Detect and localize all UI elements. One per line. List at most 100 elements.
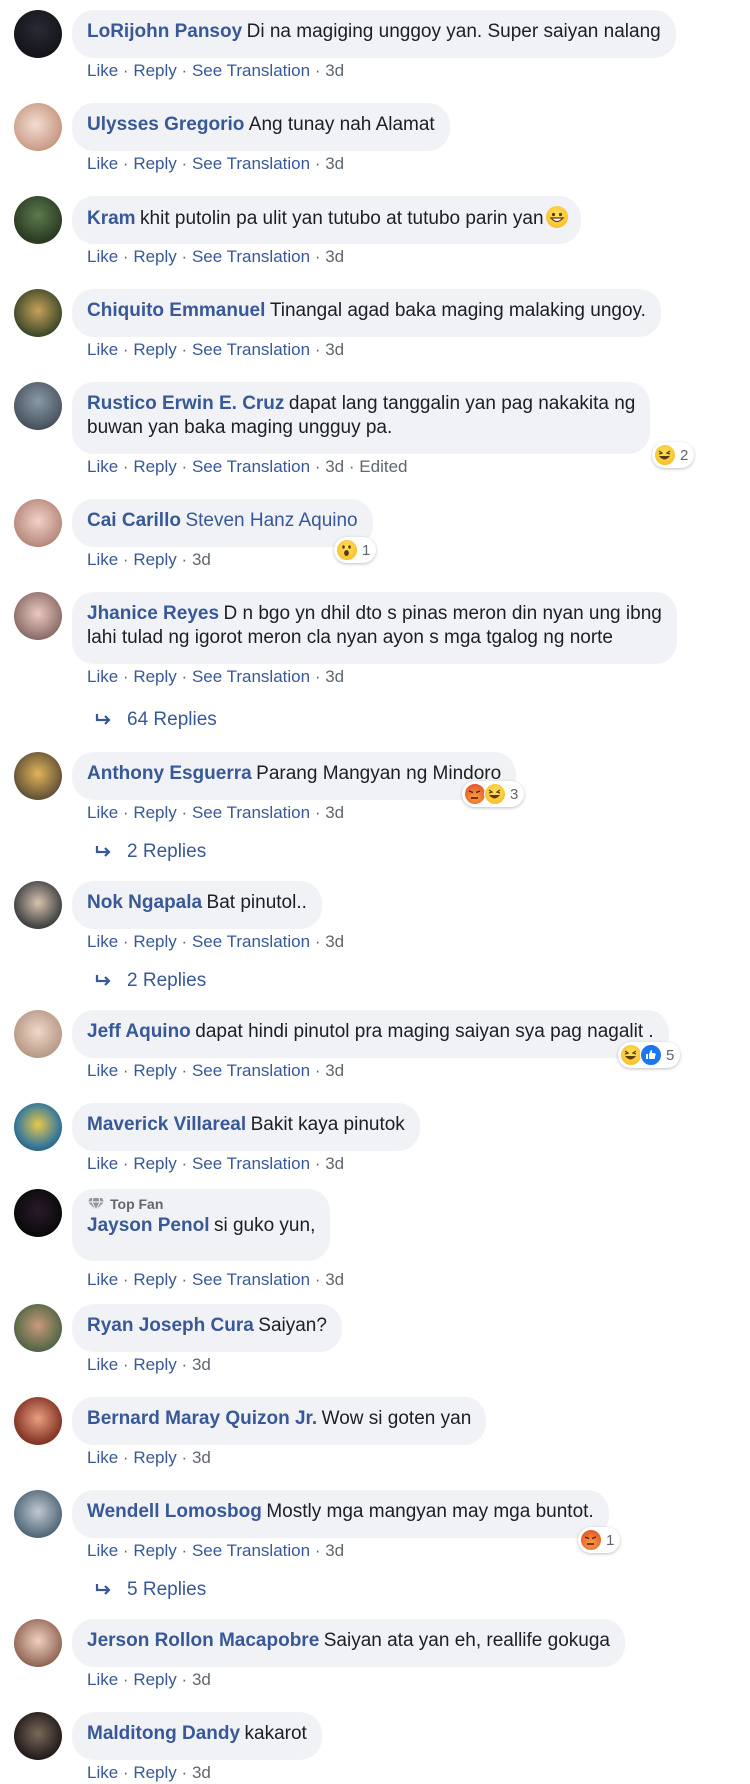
avatar[interactable]: [14, 1189, 62, 1237]
top-fan-badge[interactable]: Top Fan: [87, 1196, 315, 1212]
avatar[interactable]: [14, 382, 62, 430]
reply-link[interactable]: Reply: [133, 1355, 176, 1374]
commenter-name[interactable]: Nok Ngapala: [87, 892, 202, 913]
like-link[interactable]: Like: [87, 550, 118, 569]
like-link[interactable]: Like: [87, 457, 118, 476]
commenter-name[interactable]: Maverick Villareal: [87, 1114, 246, 1135]
reply-link[interactable]: Reply: [133, 457, 176, 476]
reply-link[interactable]: Reply: [133, 550, 176, 569]
like-link[interactable]: Like: [87, 1541, 118, 1560]
reply-link[interactable]: Reply: [133, 1541, 176, 1560]
view-replies-link[interactable]: 5 Replies: [95, 1579, 206, 1601]
commenter-name[interactable]: LoRijohn Pansoy: [87, 21, 242, 42]
reply-link[interactable]: Reply: [133, 932, 176, 951]
timestamp[interactable]: 3d: [192, 1763, 211, 1782]
commenter-name[interactable]: Jerson Rollon Macapobre: [87, 1630, 319, 1651]
reaction-summary[interactable]: 5: [618, 1042, 681, 1068]
like-link[interactable]: Like: [87, 1061, 118, 1080]
commenter-name[interactable]: Ryan Joseph Cura: [87, 1315, 254, 1336]
timestamp[interactable]: 3d: [325, 154, 344, 173]
replies-count[interactable]: 5 Replies: [127, 1579, 206, 1601]
like-link[interactable]: Like: [87, 1355, 118, 1374]
commenter-name[interactable]: Kram: [87, 208, 136, 229]
commenter-name[interactable]: Wendell Lomosbog: [87, 1501, 262, 1522]
view-replies-link[interactable]: 2 Replies: [95, 841, 206, 863]
commenter-name[interactable]: Jhanice Reyes: [87, 603, 219, 624]
replies-count[interactable]: 2 Replies: [127, 841, 206, 863]
replies-count[interactable]: 2 Replies: [127, 970, 206, 992]
avatar[interactable]: [14, 196, 62, 244]
timestamp[interactable]: 3d: [192, 1670, 211, 1689]
see-translation-link[interactable]: See Translation: [192, 457, 310, 476]
see-translation-link[interactable]: See Translation: [192, 667, 310, 686]
avatar[interactable]: [14, 752, 62, 800]
tagged-user-link[interactable]: Steven Hanz Aquino: [185, 510, 357, 531]
avatar[interactable]: [14, 592, 62, 640]
like-link[interactable]: Like: [87, 247, 118, 266]
timestamp[interactable]: 3d: [325, 1061, 344, 1080]
commenter-name[interactable]: Chiquito Emmanuel: [87, 300, 265, 321]
commenter-name[interactable]: Ulysses Gregorio: [87, 114, 244, 135]
commenter-name[interactable]: Anthony Esguerra: [87, 763, 252, 784]
timestamp[interactable]: 3d: [325, 1541, 344, 1560]
see-translation-link[interactable]: See Translation: [192, 1541, 310, 1560]
reply-link[interactable]: Reply: [133, 154, 176, 173]
avatar[interactable]: [14, 289, 62, 337]
edited-label[interactable]: Edited: [359, 457, 407, 476]
timestamp[interactable]: 3d: [325, 340, 344, 359]
avatar[interactable]: [14, 1619, 62, 1667]
see-translation-link[interactable]: See Translation: [192, 340, 310, 359]
commenter-name[interactable]: Jeff Aquino: [87, 1021, 191, 1042]
timestamp[interactable]: 3d: [325, 61, 344, 80]
avatar[interactable]: [14, 881, 62, 929]
reply-link[interactable]: Reply: [133, 61, 176, 80]
reply-link[interactable]: Reply: [133, 1061, 176, 1080]
reaction-summary[interactable]: 2: [652, 442, 695, 468]
like-link[interactable]: Like: [87, 61, 118, 80]
commenter-name[interactable]: Rustico Erwin E. Cruz: [87, 393, 284, 414]
see-translation-link[interactable]: See Translation: [192, 932, 310, 951]
timestamp[interactable]: 3d: [325, 667, 344, 686]
commenter-name[interactable]: Malditong Dandy: [87, 1723, 240, 1744]
see-translation-link[interactable]: See Translation: [192, 803, 310, 822]
avatar[interactable]: [14, 499, 62, 547]
avatar[interactable]: [14, 1712, 62, 1760]
commenter-name[interactable]: Bernard Maray Quizon Jr.: [87, 1408, 317, 1429]
replies-count[interactable]: 64 Replies: [127, 709, 217, 731]
reaction-summary[interactable]: 1: [334, 537, 377, 563]
timestamp[interactable]: 3d: [325, 247, 344, 266]
avatar[interactable]: [14, 10, 62, 58]
commenter-name[interactable]: Jayson Penol: [87, 1215, 210, 1236]
like-link[interactable]: Like: [87, 1670, 118, 1689]
reply-link[interactable]: Reply: [133, 1670, 176, 1689]
timestamp[interactable]: 3d: [325, 1154, 344, 1173]
timestamp[interactable]: 3d: [325, 1270, 344, 1289]
reply-link[interactable]: Reply: [133, 1154, 176, 1173]
reply-link[interactable]: Reply: [133, 247, 176, 266]
see-translation-link[interactable]: See Translation: [192, 247, 310, 266]
like-link[interactable]: Like: [87, 1154, 118, 1173]
like-link[interactable]: Like: [87, 1763, 118, 1782]
see-translation-link[interactable]: See Translation: [192, 154, 310, 173]
reply-link[interactable]: Reply: [133, 667, 176, 686]
reply-link[interactable]: Reply: [133, 1448, 176, 1467]
reaction-summary[interactable]: 1: [578, 1527, 621, 1553]
avatar[interactable]: [14, 1010, 62, 1058]
like-link[interactable]: Like: [87, 667, 118, 686]
reply-link[interactable]: Reply: [133, 1270, 176, 1289]
avatar[interactable]: [14, 1397, 62, 1445]
avatar[interactable]: [14, 1490, 62, 1538]
see-translation-link[interactable]: See Translation: [192, 1061, 310, 1080]
view-replies-link[interactable]: 64 Replies: [95, 709, 217, 731]
timestamp[interactable]: 3d: [192, 1355, 211, 1374]
reply-link[interactable]: Reply: [133, 340, 176, 359]
avatar[interactable]: [14, 1103, 62, 1151]
like-link[interactable]: Like: [87, 803, 118, 822]
timestamp[interactable]: 3d: [325, 803, 344, 822]
like-link[interactable]: Like: [87, 1448, 118, 1467]
reaction-summary[interactable]: 3: [462, 781, 525, 807]
timestamp[interactable]: 3d: [325, 932, 344, 951]
see-translation-link[interactable]: See Translation: [192, 1154, 310, 1173]
timestamp[interactable]: 3d: [192, 550, 211, 569]
view-replies-link[interactable]: 2 Replies: [95, 970, 206, 992]
